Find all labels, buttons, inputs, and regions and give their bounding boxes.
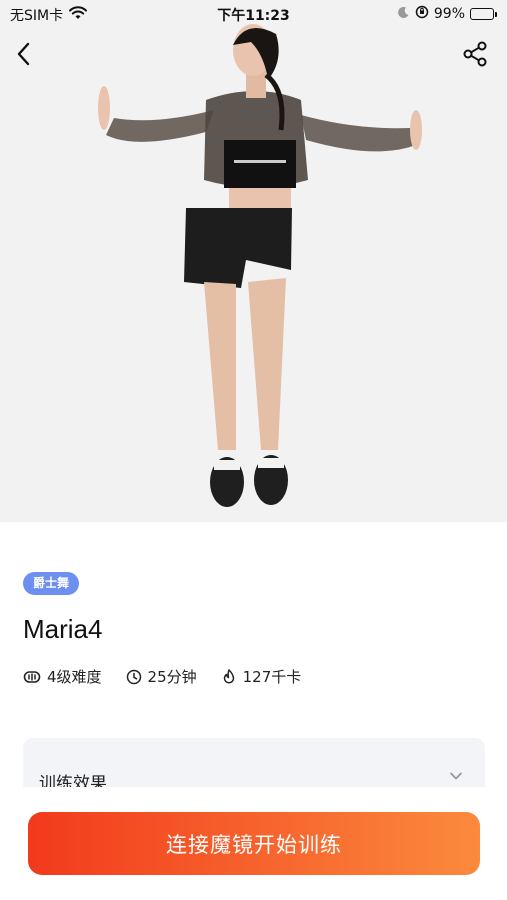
clock-icon	[126, 669, 141, 684]
dancer-photo	[98, 24, 422, 507]
difficulty-text: 4级难度	[47, 668, 102, 686]
battery-percent: 99%	[433, 6, 465, 22]
duration-item: 25分钟	[126, 666, 197, 687]
flame-icon	[223, 668, 234, 683]
share-icon	[463, 41, 487, 67]
hero-image: 无SIM卡 下午11:23 99%	[0, 0, 507, 522]
difficulty-item: 4级难度	[23, 666, 102, 687]
battery-icon	[470, 8, 497, 20]
chevron-down-icon	[450, 772, 462, 780]
calories-item: 127千卡	[221, 666, 302, 687]
back-button[interactable]	[6, 36, 42, 72]
difficulty-icon	[23, 670, 41, 683]
duration-text: 25分钟	[147, 668, 197, 686]
course-title: Maria4	[23, 614, 103, 644]
start-training-button[interactable]: 连接魔镜开始训练	[28, 812, 480, 875]
calories-text: 127千卡	[242, 668, 302, 686]
category-tag: 爵士舞	[23, 572, 80, 595]
share-button[interactable]	[457, 36, 493, 72]
chevron-left-icon	[17, 42, 30, 66]
course-meta: 4级难度 25分钟 127千卡	[23, 666, 325, 687]
